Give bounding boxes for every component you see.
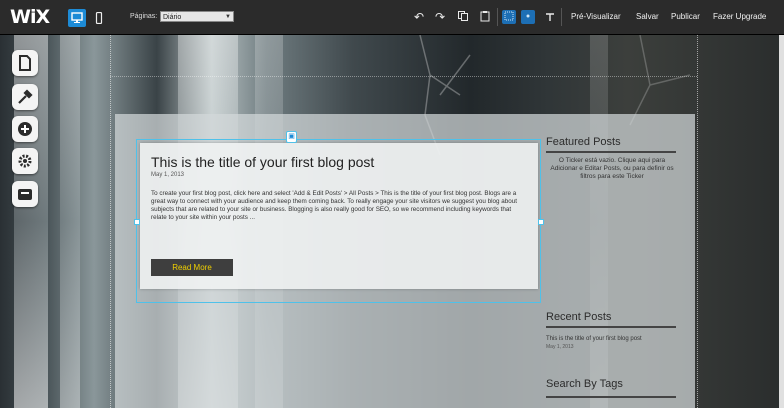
divider [546,151,676,153]
layout-guide [110,35,112,408]
toolbar-divider [561,8,562,26]
undo-icon[interactable]: ↶ [412,10,426,24]
design-icon [18,89,33,104]
app-market-icon [18,189,32,200]
post-date: May 1, 2013 [151,172,185,178]
read-more-button[interactable]: Read More [151,259,233,276]
recent-post-date: May 1, 2013 [546,344,574,350]
copy-icon[interactable] [456,10,470,24]
desktop-view-button[interactable] [68,9,86,27]
recent-posts-heading: Recent Posts [546,311,612,323]
redo-icon[interactable]: ↷ [433,10,447,24]
grid-icon[interactable] [502,10,516,24]
post-excerpt: To create your first blog post, click he… [151,190,518,221]
settings-tool-button[interactable] [12,148,38,174]
settings-icon [18,154,32,168]
divider [546,326,676,328]
scrollbar[interactable] [779,35,784,408]
ruler-icon[interactable] [543,10,557,24]
featured-posts-heading: Featured Posts [546,136,621,148]
pages-tool-button[interactable] [12,50,38,76]
divider [546,396,676,398]
chevron-down-icon: ▼ [225,14,231,20]
layout-guide [110,76,697,78]
app-market-tool-button[interactable] [12,181,38,207]
add-icon [18,122,32,136]
lock-icon[interactable]: ▣ [286,131,297,143]
ticker-empty-message[interactable]: O Ticker está vazio. Clique aqui para Ad… [546,157,678,181]
add-tool-button[interactable] [12,116,38,142]
preview-button[interactable]: Pré-Visualizar [571,12,621,21]
pages-label: Páginas: [130,13,158,20]
page-dropdown[interactable]: Diário ▼ [160,11,234,22]
resize-handle[interactable] [134,219,140,225]
editor-topbar: WiX Páginas: Diário ▼ ↶ ↷ Pré-Visualizar… [0,0,784,35]
post-title[interactable]: This is the title of your first blog pos… [151,154,374,170]
pages-icon [19,55,31,71]
wix-logo: WiX [10,6,50,28]
resize-handle[interactable] [538,219,544,225]
search-by-tags-heading: Search By Tags [546,378,623,390]
layout-guide [697,35,699,408]
mobile-icon [95,12,103,24]
design-tool-button[interactable] [12,84,38,110]
save-button[interactable]: Salvar [636,12,659,21]
page-dropdown-value: Diário [163,14,182,21]
mobile-view-button[interactable] [90,9,108,27]
snap-icon[interactable] [521,10,535,24]
desktop-icon [71,12,83,23]
toolbar-divider [497,8,498,26]
paste-icon[interactable] [478,10,492,24]
upgrade-button[interactable]: Fazer Upgrade [713,12,766,21]
publish-button[interactable]: Publicar [671,12,700,21]
recent-post-link[interactable]: This is the title of your first blog pos… [546,336,642,342]
